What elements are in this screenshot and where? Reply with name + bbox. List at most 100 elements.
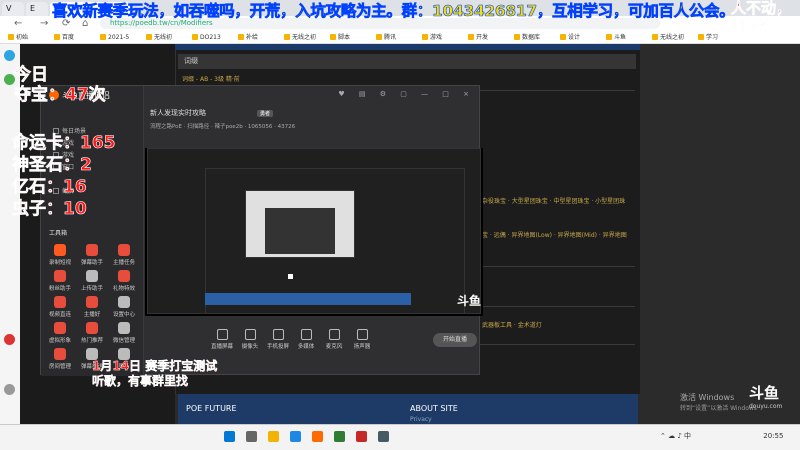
bookmark-item[interactable]: 数据库 xyxy=(514,33,540,42)
tool-label: 虚拟形象 xyxy=(48,338,71,344)
bookmark-item[interactable]: 腾讯 xyxy=(376,33,396,42)
toolbar-button[interactable]: 扬声器 xyxy=(347,329,377,350)
nested-capture xyxy=(265,208,335,254)
bookmark-item[interactable]: 斗鱼 xyxy=(606,33,626,42)
tray-icons[interactable]: ⌃ ☁ ♪ 中 xyxy=(660,432,691,440)
tool-label: 微信管理 xyxy=(112,338,135,344)
bookmark-item[interactable]: DO213 xyxy=(192,33,221,42)
bookmark-item[interactable]: 2021-5 xyxy=(100,33,129,42)
toolbar-label: 麦克风 xyxy=(325,344,343,350)
search-icon[interactable] xyxy=(246,431,257,442)
app-icon[interactable] xyxy=(378,431,389,442)
bookmark-item[interactable]: 脚本 xyxy=(330,33,350,42)
bookmark-item[interactable]: 设计 xyxy=(560,33,580,42)
nested-footer-strip xyxy=(205,293,411,305)
tool-button[interactable]: 房间管理 xyxy=(45,348,75,370)
window-controls[interactable]: ♥ ▤ ⚙ ▢ — □ × xyxy=(338,90,475,98)
app-icon[interactable] xyxy=(334,431,345,442)
bookmarks-bar: 初始 百度 2021-5 无线初 DO213 补给 无线之初 脚本 腾讯 游戏 开发 数据库 设计 斗鱼 无… xyxy=(0,31,800,44)
tool-button[interactable]: 虚拟形象 xyxy=(45,322,75,344)
bookmark-item[interactable]: 初始 xyxy=(8,33,28,42)
clock[interactable]: 20:55 xyxy=(763,432,783,440)
douyu-icon[interactable] xyxy=(312,431,323,442)
toolbar-button[interactable]: 手机投屏 xyxy=(263,329,293,350)
tool-label: 热门推荐 xyxy=(80,338,103,344)
go-live-button[interactable]: 开始直播 xyxy=(433,333,477,347)
browser-tab[interactable]: V xyxy=(2,2,24,16)
tool-label: 主播任务 xyxy=(112,260,135,266)
tool-button[interactable]: 录制短视 xyxy=(45,244,75,266)
system-tray: ⌃ ☁ ♪ 中 20:55 xyxy=(660,431,783,441)
toolbar-icon xyxy=(356,329,368,340)
page-nav-strip xyxy=(175,44,640,50)
tool-icon xyxy=(118,322,130,334)
toolbar-button[interactable]: 直播屏幕 xyxy=(207,329,237,350)
bookmark-item[interactable]: 学习 xyxy=(698,33,718,42)
tool-button[interactable]: 礼物特效 xyxy=(109,270,139,292)
settings-icon[interactable] xyxy=(4,384,15,395)
bookmark-item[interactable]: 百度 xyxy=(54,33,74,42)
tool-icon xyxy=(54,296,66,308)
start-icon[interactable] xyxy=(224,431,235,442)
room-tag: 勇者 xyxy=(257,110,274,117)
section-header: 词缀 xyxy=(178,54,636,69)
tool-button[interactable]: 上传助手 xyxy=(77,270,107,292)
cursor-icon xyxy=(288,274,293,279)
tool-button[interactable]: 视频直连 xyxy=(45,296,75,318)
tool-icon xyxy=(118,244,130,256)
tool-button[interactable]: 微信管理 xyxy=(109,322,139,344)
file-explorer-icon[interactable] xyxy=(268,431,279,442)
toolbar-button[interactable]: 麦克风 xyxy=(319,329,349,350)
tab-favicon: V xyxy=(6,4,12,13)
tool-icon xyxy=(118,296,130,308)
tool-label: 弹幕助手 xyxy=(80,260,103,266)
bookmark-item[interactable]: 补给 xyxy=(238,33,258,42)
extension-icon[interactable] xyxy=(4,334,15,345)
tool-label: 上传助手 xyxy=(80,286,103,292)
content-line[interactable]: 杂役珠宝 · 大型星团珠宝 · 中型星团珠宝 · 小型星团珠 xyxy=(482,196,625,205)
douyu-logo: 斗鱼 douyu.com xyxy=(749,384,783,410)
tools-header: 工具箱 xyxy=(49,230,68,237)
stat-bugs: 虫子：10 xyxy=(12,199,87,220)
toolbar-button[interactable]: 多媒体 xyxy=(291,329,321,350)
bookmark-item[interactable]: 开发 xyxy=(468,33,488,42)
app-main: ♥ ▤ ⚙ ▢ — □ × 新人发现实时攻略 勇者 流程之路PoE · 扫描路径… xyxy=(145,86,483,376)
logo-sub: douyu.com xyxy=(749,403,783,410)
content-line[interactable]: 宝 · 远偶 · 异界地图(Low) · 异界地图(Mid) · 异界地图 xyxy=(482,230,627,239)
bookmark-item[interactable]: 无线之初 xyxy=(652,33,684,42)
browser-icon[interactable] xyxy=(290,431,301,442)
back-icon[interactable]: ← xyxy=(14,17,22,30)
tool-icon xyxy=(54,322,66,334)
toolbar-icon xyxy=(216,329,228,340)
status-note: 1月14日 赛季打宝测试 听歌，有事群里找 xyxy=(92,359,218,389)
bookmark-item[interactable]: 无线初 xyxy=(146,33,172,42)
content-line[interactable]: 武器板工具 · 金术道灯 xyxy=(482,320,542,329)
footer-title-left: POE FUTURE xyxy=(186,404,237,413)
busy-notice: 人不动，可能在忙 xyxy=(730,0,792,33)
tool-icon xyxy=(86,244,98,256)
toolbar-label: 手机投屏 xyxy=(266,344,289,350)
tool-button[interactable]: 主播任务 xyxy=(109,244,139,266)
stat-loot: 夺宝：47次 xyxy=(14,85,106,106)
taskbar: ⌃ ☁ ♪ 中 20:55 xyxy=(0,424,800,450)
tool-button[interactable]: 粉丝助手 xyxy=(45,270,75,292)
stream-preview[interactable]: 斗鱼 xyxy=(145,148,483,316)
tool-button[interactable]: 主播好 xyxy=(77,296,107,318)
watermark-line: 激活 Windows xyxy=(680,393,735,402)
toolbar-button[interactable]: 摄像头 xyxy=(235,329,265,350)
bookmark-item[interactable]: 游戏 xyxy=(422,33,442,42)
footer-link-privacy[interactable]: Privacy xyxy=(410,416,432,423)
tool-button[interactable]: 弹幕助手 xyxy=(77,244,107,266)
tool-label: 主播好 xyxy=(83,312,101,318)
app-icon[interactable] xyxy=(356,431,367,442)
tool-button[interactable]: 设置中心 xyxy=(109,296,139,318)
tool-label: 设置中心 xyxy=(112,312,135,318)
bookmark-item[interactable]: 无线之初 xyxy=(284,33,316,42)
toolbar-label: 摄像头 xyxy=(241,344,259,350)
browser-tab[interactable]: E xyxy=(26,2,48,16)
tool-label: 录制短视 xyxy=(48,260,71,266)
tool-button[interactable]: 热门推荐 xyxy=(77,322,107,344)
toolbar-icon xyxy=(244,329,256,340)
page-footer: POE FUTURE ABOUT SITE Privacy xyxy=(178,394,638,424)
forward-icon[interactable]: → xyxy=(40,17,48,30)
